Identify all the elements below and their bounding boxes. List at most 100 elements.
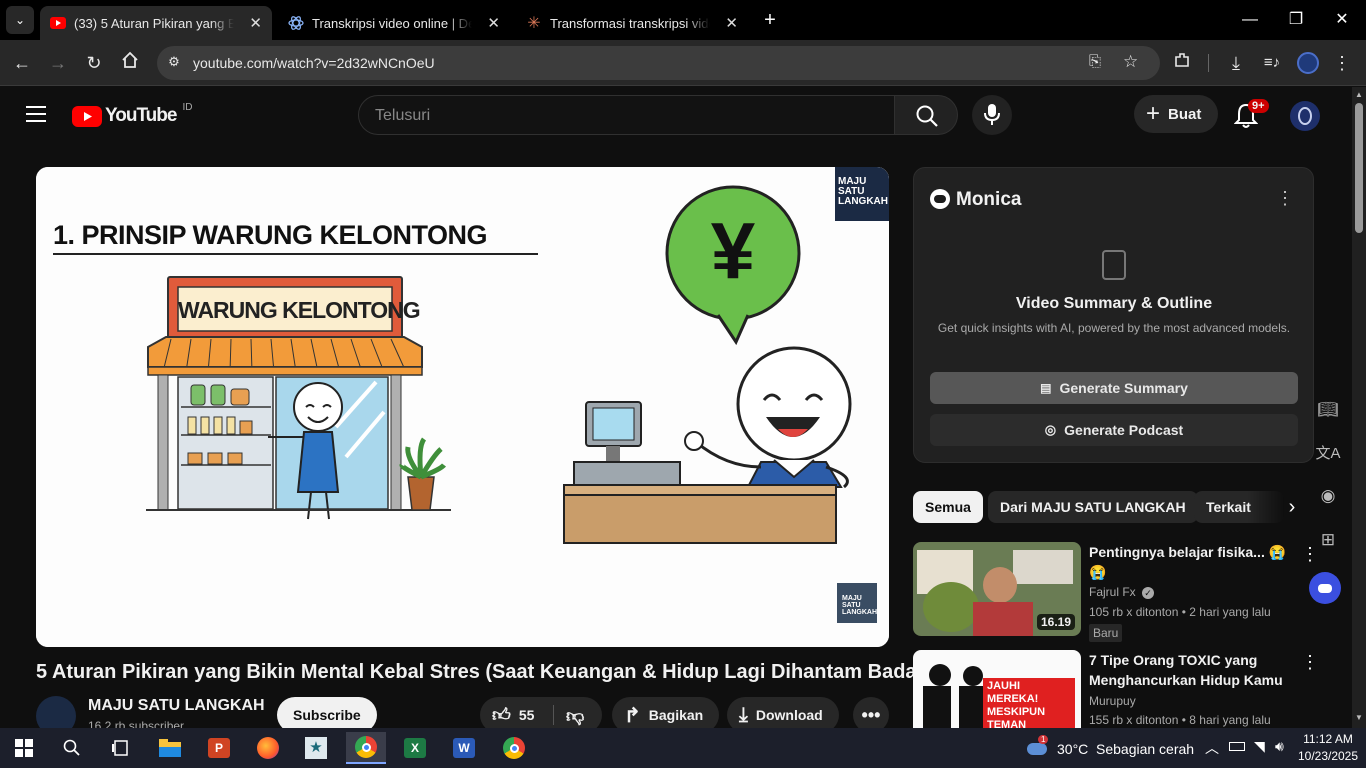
chrome-icon[interactable] (346, 732, 386, 764)
download-icon[interactable]: ⤓ (1224, 51, 1248, 75)
media-control-icon[interactable]: ≡♪ (1260, 51, 1284, 75)
tab-claude[interactable]: ✳ Transformasi transkripsi video YouTube… (516, 6, 748, 40)
book-icon[interactable]: 📖︎ (1314, 400, 1342, 428)
close-icon[interactable]: ✕ (725, 14, 738, 32)
search-placeholder: Telusuri (375, 107, 431, 124)
search-input[interactable]: Telusuri (358, 95, 896, 135)
youtube-icon (50, 15, 66, 31)
video-thumbnail[interactable]: JAUHI MEREKA! MESKIPUN TEMAN (913, 650, 1081, 728)
tab-label: Transkripsi video online | Desgram (312, 15, 472, 31)
channel-watermark-bottom[interactable]: MAJU SATU LANGKAH (837, 583, 877, 623)
tab-youtube[interactable]: (33) 5 Aturan Pikiran yang Bikin Mental … (40, 6, 272, 40)
voice-search-button[interactable] (972, 95, 1012, 135)
forward-button[interactable]: → (46, 51, 70, 75)
home-icon (122, 51, 138, 68)
close-icon[interactable]: ✕ (249, 14, 262, 32)
app-star-icon[interactable]: ★ (296, 732, 336, 764)
video-thumbnail[interactable]: 16.19 (913, 542, 1081, 636)
account-avatar[interactable] (1290, 101, 1320, 131)
fingerprint-icon[interactable]: ◉ (1314, 486, 1342, 514)
video-title[interactable]: 7 Tipe Orang TOXIC yang Menghancurkan Hi… (1089, 650, 1289, 690)
excel-icon[interactable]: X (395, 732, 435, 764)
monica-launcher-icon[interactable] (1309, 572, 1341, 604)
chip-all[interactable]: Semua (913, 491, 983, 523)
video-meta: 155 rb x ditonton • 8 hari yang lalu (1089, 713, 1271, 727)
tab-search-dropdown[interactable]: ⌄ (6, 6, 34, 34)
translate-icon[interactable]: 文A (1314, 442, 1342, 470)
chip-related[interactable]: Terkait (1194, 491, 1284, 523)
new-tab-button[interactable]: + (758, 8, 782, 32)
extensions-icon[interactable] (1170, 51, 1194, 75)
address-bar[interactable]: ⚙ youtube.com/watch?v=2d32wNCnOeU ⎘ ☆ (157, 46, 1160, 80)
more-options-icon[interactable]: ⋮ (1301, 652, 1319, 673)
create-button[interactable]: + Buat (1134, 95, 1218, 133)
thumbnail-caption: JAUHI MEREKA! MESKIPUN TEMAN (983, 678, 1075, 728)
notifications-button[interactable]: 9+ (1232, 99, 1269, 131)
chrome-profile-icon[interactable] (494, 732, 534, 764)
scroll-down-arrow[interactable]: ▼ (1355, 713, 1363, 722)
site-info-icon[interactable]: ⚙ (165, 54, 183, 72)
thumbs-down-icon[interactable]: 👎︎ (566, 705, 584, 727)
battery-icon[interactable] (1229, 742, 1245, 751)
taskbar-search-icon[interactable] (52, 732, 92, 764)
generate-summary-button[interactable]: ▤ Generate Summary (930, 372, 1298, 404)
generate-podcast-button[interactable]: ◎ Generate Podcast (930, 414, 1298, 446)
scroll-thumb[interactable] (1355, 103, 1363, 233)
weather-desc[interactable]: Sebagian cerah (1096, 741, 1194, 757)
minimize-button[interactable]: — (1238, 8, 1262, 32)
apps-grid-icon[interactable]: ⊞ (1314, 530, 1342, 558)
channel-name[interactable]: MAJU SATU LANGKAH (88, 697, 265, 715)
tray-chevron-up-icon[interactable]: ︿ (1205, 738, 1219, 758)
chips-next-button[interactable]: › (1276, 491, 1308, 523)
youtube-logo-text: YouTube (105, 105, 177, 126)
chip-from-channel[interactable]: Dari MAJU SATU LANGKAH (988, 491, 1198, 523)
clock-date[interactable]: 10/23/2025 (1296, 749, 1360, 763)
firefox-icon[interactable] (248, 732, 288, 764)
start-button[interactable] (4, 732, 44, 764)
verified-icon: ✓ (1142, 587, 1155, 599)
channel-name[interactable]: Murupuy (1089, 694, 1136, 708)
list-item[interactable]: JAUHI MEREKA! MESKIPUN TEMAN 7 Tipe Oran… (913, 650, 1343, 728)
clock-time[interactable]: 11:12 AM (1296, 732, 1360, 746)
reload-button[interactable]: ↻ (82, 51, 106, 75)
video-player[interactable]: 1. PRINSIP WARUNG KELONTONG WARUNG KELON… (36, 167, 889, 647)
file-explorer-icon[interactable] (150, 732, 190, 764)
channel-watermark-top: MAJU SATU LANGKAH (835, 167, 889, 221)
restore-button[interactable]: ❐ (1284, 8, 1308, 32)
back-button[interactable]: ← (10, 51, 34, 75)
list-item[interactable]: 16.19 Pentingnya belajar fisika... 😭😭 Fa… (913, 542, 1343, 642)
weather-icon[interactable]: 1 (1027, 735, 1049, 757)
bookmark-star-icon[interactable]: ☆ (1123, 52, 1143, 72)
youtube-play-icon (72, 105, 102, 127)
tab-label: Transformasi transkripsi video YouTube (550, 15, 710, 31)
like-count: 55 (518, 707, 535, 723)
task-view-icon[interactable] (100, 732, 140, 764)
wifi-icon[interactable]: ◥ (1254, 738, 1265, 755)
subscribe-label: Subscribe (293, 707, 361, 723)
page-scrollbar[interactable]: ▲ ▼ (1352, 87, 1366, 728)
chip-label: Terkait (1206, 499, 1251, 515)
browser-tab-bar: ⌄ (33) 5 Aturan Pikiran yang Bikin Menta… (0, 0, 1366, 40)
hamburger-menu-icon[interactable] (26, 106, 46, 122)
install-app-icon[interactable]: ⎘ (1089, 53, 1109, 73)
profile-avatar[interactable] (1297, 52, 1319, 74)
close-window-button[interactable]: ✕ (1330, 8, 1354, 32)
monica-menu-icon[interactable]: ⋮ (1276, 188, 1294, 209)
url-text: youtube.com/watch?v=2d32wNCnOeU (193, 55, 435, 71)
tab-desgram[interactable]: Transkripsi video online | Desgram ✕ (278, 6, 510, 40)
word-icon[interactable]: W (444, 732, 484, 764)
volume-icon[interactable]: 🔊︎ (1275, 738, 1284, 755)
summary-heading: Video Summary & Outline (1015, 295, 1213, 312)
powerpoint-icon[interactable]: P (199, 732, 239, 764)
search-button[interactable] (894, 95, 958, 135)
channel-name[interactable]: Fajrul Fx ✓ (1089, 585, 1155, 599)
thumbnail-sign: WARUNG KELONTONG (178, 297, 421, 323)
youtube-logo[interactable]: YouTube ID (72, 102, 192, 128)
weather-temp[interactable]: 30°C (1057, 741, 1088, 757)
browser-menu-icon[interactable]: ⋮ (1330, 51, 1354, 75)
home-button[interactable] (118, 51, 142, 75)
weather-badge: 1 (1038, 735, 1049, 744)
close-icon[interactable]: ✕ (487, 14, 500, 32)
scroll-up-arrow[interactable]: ▲ (1355, 90, 1363, 99)
video-title[interactable]: Pentingnya belajar fisika... 😭😭 (1089, 542, 1289, 582)
